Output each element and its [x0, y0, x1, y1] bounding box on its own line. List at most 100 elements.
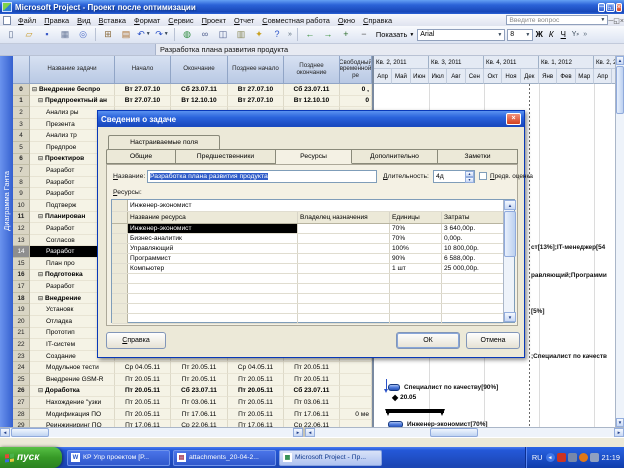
menu-Файл[interactable]: Файл: [14, 16, 40, 25]
table-row[interactable]: 25 Внедрение GSM-R Пт 20.05.11 Пт 20.05.…: [13, 374, 372, 386]
child-close-button[interactable]: ×: [620, 18, 624, 25]
resource-name-cell[interactable]: Компьютер: [128, 264, 298, 273]
task-gantt-bar[interactable]: [388, 384, 400, 391]
row-number[interactable]: 12: [13, 223, 30, 235]
insert-hyperlink-icon[interactable]: ◍: [179, 27, 195, 42]
row-number[interactable]: 10: [13, 200, 30, 212]
slack-cell[interactable]: [340, 362, 372, 374]
month-header[interactable]: Июл: [429, 69, 447, 84]
font-size-select[interactable]: 8 ▼: [507, 29, 533, 41]
paste-icon[interactable]: ▤: [118, 27, 134, 42]
entry-bar[interactable]: Разработка плана развития продукта: [0, 44, 624, 56]
scroll-right-arrow[interactable]: ►: [614, 428, 624, 437]
scrollbar-thumb[interactable]: [430, 428, 478, 437]
resource-name-cell[interactable]: Управляющий: [128, 244, 298, 253]
grid-column-header[interactable]: Название ресурса: [128, 212, 298, 223]
units-cell[interactable]: 1 шт: [390, 264, 442, 273]
late-finish-cell[interactable]: Пт 20.05.11: [284, 374, 340, 386]
chevron-down-icon[interactable]: ▼: [146, 32, 151, 37]
table-row[interactable]: 28 Модификация ПО Пт 20.05.11 Пт 17.06.1…: [13, 409, 372, 421]
language-indicator[interactable]: RU: [532, 453, 543, 462]
close-button[interactable]: ×: [616, 3, 622, 12]
row-number[interactable]: 16: [13, 270, 30, 282]
slack-cell[interactable]: [340, 374, 372, 386]
column-header[interactable]: Начало: [115, 56, 171, 84]
slack-cell[interactable]: [340, 386, 372, 398]
estimated-checkbox[interactable]: [479, 172, 487, 180]
resource-row[interactable]: Инженер-экономист 70% 3 640,00р.: [112, 224, 503, 234]
start-cell[interactable]: Пт 20.05.11: [115, 386, 171, 398]
task-notes-icon[interactable]: ▥: [233, 27, 249, 42]
empty-resource-row[interactable]: [112, 274, 503, 284]
table-horizontal-scrollbar[interactable]: ◄ ►: [0, 427, 303, 437]
collapse-icon[interactable]: ⊟: [38, 155, 43, 162]
month-header[interactable]: Авг: [447, 69, 465, 84]
font-name-select[interactable]: Arial ▼: [417, 29, 505, 41]
scroll-down-arrow[interactable]: ▼: [504, 312, 516, 322]
late-finish-cell[interactable]: Пт 20.05.11: [284, 362, 340, 374]
row-number[interactable]: 3: [13, 119, 30, 131]
month-header[interactable]: Окт: [484, 69, 502, 84]
resource-row[interactable]: Управляющий 100% 10 800,00р.: [112, 244, 503, 254]
units-cell[interactable]: 70%: [390, 224, 442, 233]
tab-Общие[interactable]: Общие: [106, 149, 176, 164]
units-cell[interactable]: 100%: [390, 244, 442, 253]
empty-resource-row[interactable]: [112, 284, 503, 294]
start-cell[interactable]: Пт 20.05.11: [115, 409, 171, 421]
start-cell[interactable]: Пт 17.06.11: [115, 420, 171, 427]
start-cell[interactable]: Ср 04.05.11: [115, 362, 171, 374]
month-header[interactable]: Мар: [576, 69, 594, 84]
empty-resource-row[interactable]: [112, 304, 503, 314]
month-header[interactable]: Дек: [521, 69, 539, 84]
project-document-icon[interactable]: [3, 16, 11, 25]
row-number[interactable]: 18: [13, 293, 30, 305]
menu-Формат[interactable]: Формат: [130, 16, 164, 25]
units-cell[interactable]: 70%: [390, 234, 442, 243]
taskbar-button[interactable]: ▤ attachments_20-04-2...: [173, 450, 276, 466]
row-number[interactable]: 22: [13, 339, 30, 351]
scroll-up-arrow[interactable]: ▲: [616, 56, 624, 65]
scrollbar-thumb[interactable]: [616, 66, 624, 114]
cancel-button[interactable]: Отмена: [466, 332, 520, 349]
owner-cell[interactable]: [298, 264, 390, 273]
tab-Дополнительно[interactable]: Дополнительно: [352, 149, 438, 164]
scroll-up-arrow[interactable]: ▲: [504, 200, 516, 210]
toolbar-options-chevron[interactable]: »: [583, 31, 587, 38]
late-start-cell[interactable]: Пт 20.05.11: [228, 397, 284, 409]
chevron-down-icon[interactable]: ▼: [600, 17, 605, 23]
spin-down-icon[interactable]: ▼: [465, 177, 474, 183]
menu-Правка[interactable]: Правка: [40, 16, 73, 25]
show-subtasks-icon[interactable]: +: [338, 27, 354, 42]
child-restore-button[interactable]: ◱: [613, 18, 620, 25]
month-header[interactable]: Фев: [557, 69, 575, 84]
late-start-cell[interactable]: Вт 27.07.10: [228, 84, 284, 96]
restore-button[interactable]: ◱: [606, 3, 615, 12]
menu-Сервис[interactable]: Сервис: [164, 16, 197, 25]
menu-Вид[interactable]: Вид: [73, 16, 94, 25]
row-number[interactable]: 2: [13, 107, 30, 119]
clock[interactable]: 21:19: [602, 453, 621, 462]
collapse-icon[interactable]: ⊟: [38, 213, 43, 220]
row-number[interactable]: 8: [13, 177, 30, 189]
cost-cell[interactable]: 3 640,00р.: [442, 224, 503, 233]
row-number[interactable]: 21: [13, 328, 30, 340]
taskbar-button[interactable]: ▦ Microsoft Project - Пр...: [279, 450, 382, 466]
row-number[interactable]: 20: [13, 316, 30, 328]
month-header[interactable]: Июн: [411, 69, 429, 84]
month-header[interactable]: Май: [392, 69, 410, 84]
row-number[interactable]: 28: [13, 409, 30, 421]
table-row[interactable]: 1 ⊟Предпроектный ан Вт 27.07.10 Вт 12.10…: [13, 96, 372, 108]
row-number[interactable]: 4: [13, 130, 30, 142]
row-number[interactable]: 6: [13, 154, 30, 166]
entry-bar-value[interactable]: Разработка плана развития продукта: [160, 45, 288, 54]
finish-cell[interactable]: Ср 22.06.11: [171, 420, 228, 427]
resource-row[interactable]: Бизнес-аналитик 70% 0,00р.: [112, 234, 503, 244]
month-header[interactable]: Апр: [374, 69, 392, 84]
start-cell[interactable]: Вт 27.07.10: [115, 96, 171, 108]
column-header[interactable]: Свободный временной ре: [340, 56, 372, 84]
month-header[interactable]: Ноя: [502, 69, 520, 84]
finish-cell[interactable]: Пт 03.06.11: [171, 397, 228, 409]
collapse-icon[interactable]: ⊟: [32, 86, 37, 93]
table-row[interactable]: 0 ⊟Внедрение беспро Вт 27.07.10 Сб 23.07…: [13, 84, 372, 96]
milestone[interactable]: ◆20.05: [392, 394, 416, 401]
